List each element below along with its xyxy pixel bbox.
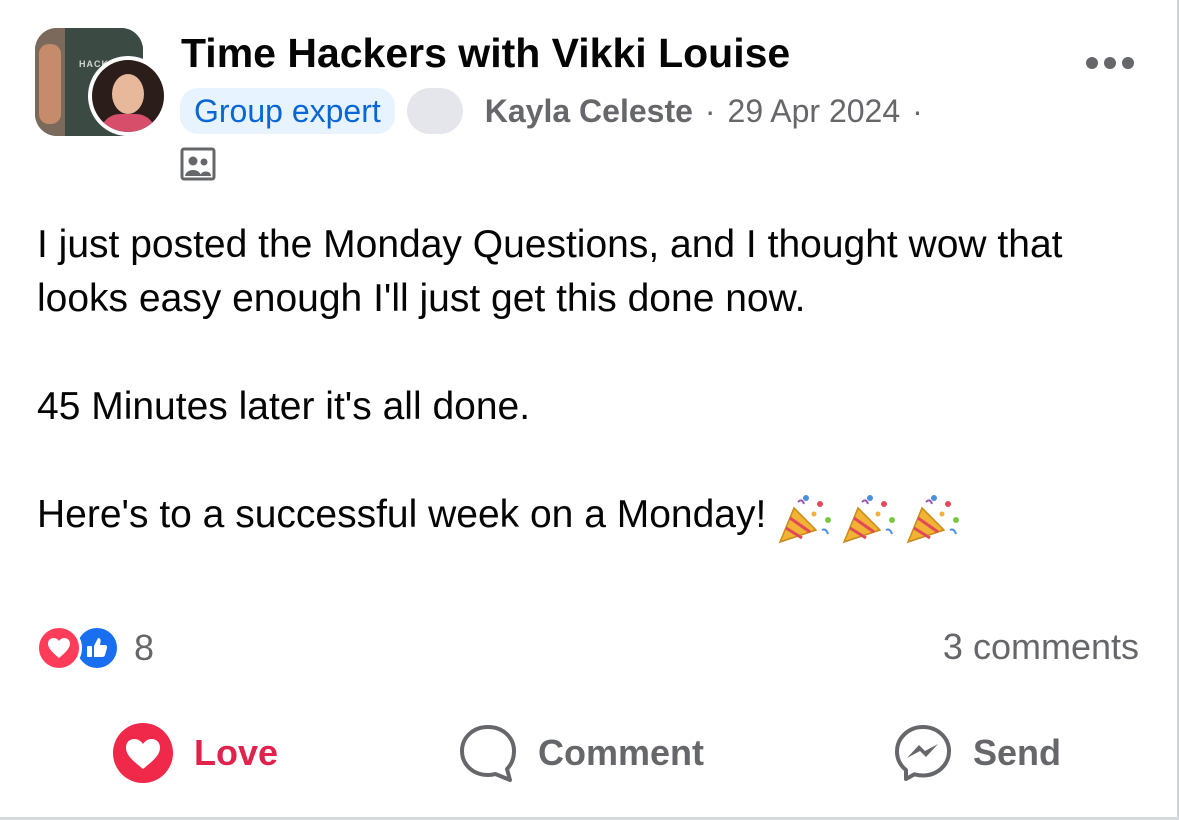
post-paragraph: 45 Minutes later it's all done. bbox=[37, 385, 531, 428]
love-button-label: Love bbox=[194, 732, 279, 773]
author-mini-avatar bbox=[406, 88, 463, 134]
group-members-icon bbox=[180, 147, 216, 181]
post-paragraph: Here's to a successful week on a Monday! bbox=[37, 488, 1147, 544]
reaction-count: 8 bbox=[134, 627, 155, 668]
send-button[interactable]: Send bbox=[893, 722, 1061, 784]
more-dot-icon bbox=[1086, 57, 1098, 69]
emoji-run bbox=[776, 490, 964, 544]
more-dot-icon bbox=[1122, 57, 1134, 69]
meta-separator: · bbox=[704, 92, 716, 129]
meta-separator: · bbox=[912, 92, 923, 129]
comments-count-link[interactable]: 3 comments bbox=[943, 626, 1139, 668]
author-avatar-photo bbox=[92, 60, 164, 132]
send-button-label: Send bbox=[973, 732, 1062, 773]
party-popper-icon bbox=[842, 494, 896, 543]
post-paragraph-text: Here's to a successful week on a Monday! bbox=[37, 493, 767, 536]
post-paragraph: I just posted the Monday Questions, and … bbox=[37, 223, 1063, 320]
author-avatar[interactable] bbox=[88, 56, 168, 136]
post-date-link[interactable]: 29 Apr 2024 bbox=[728, 93, 901, 130]
heart-icon bbox=[113, 723, 173, 783]
post-body: I just posted the Monday Questions, and … bbox=[37, 218, 1147, 544]
comment-button[interactable]: Comment bbox=[458, 722, 704, 784]
group-avatar-person bbox=[39, 44, 61, 124]
more-dot-icon bbox=[1104, 57, 1116, 69]
author-name-link[interactable]: Kayla Celeste bbox=[485, 93, 693, 130]
post-meta: Group expert Kayla Celeste · 29 Apr 2024… bbox=[180, 88, 923, 134]
group-expert-badge[interactable]: Group expert bbox=[180, 88, 395, 134]
reactions-summary[interactable]: 8 bbox=[36, 624, 154, 672]
comment-bubble-icon bbox=[460, 725, 516, 782]
messenger-icon bbox=[895, 725, 951, 781]
group-name-link[interactable]: Time Hackers with Vikki Louise bbox=[181, 30, 790, 77]
love-reaction-icon bbox=[36, 625, 82, 671]
party-popper-icon bbox=[906, 494, 960, 543]
love-button[interactable]: Love bbox=[112, 722, 278, 784]
comment-button-label: Comment bbox=[538, 732, 705, 773]
more-options-button[interactable] bbox=[1086, 52, 1140, 74]
party-popper-icon bbox=[778, 494, 832, 543]
